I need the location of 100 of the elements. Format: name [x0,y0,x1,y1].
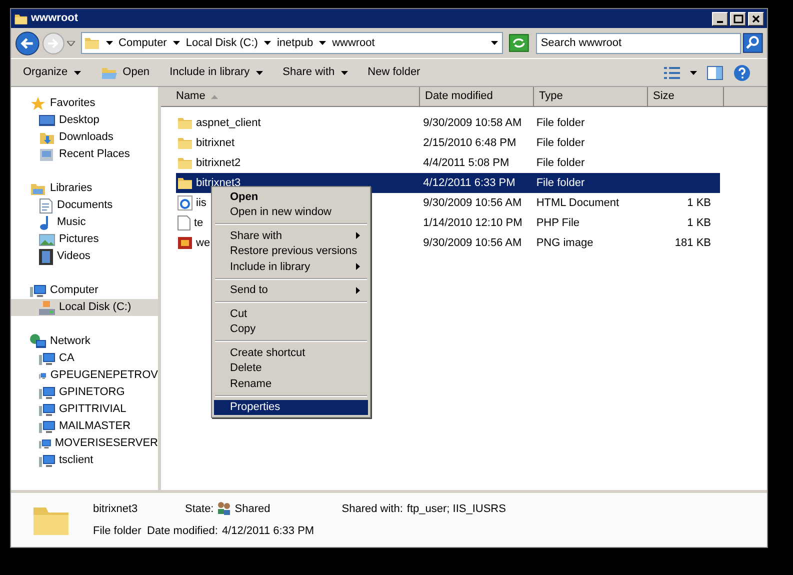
caret-icon [264,41,271,45]
menu-item[interactable]: Properties [214,400,368,415]
nav-item[interactable]: MAILMASTER [11,418,158,435]
column-header[interactable]: Type [534,87,648,106]
menu-item[interactable]: Open in new window [214,204,368,220]
nav-item[interactable]: Videos [11,248,158,265]
type-cell: File folder [536,156,585,169]
submenu-arrow-icon [356,232,360,240]
breadcrumb[interactable]: inetpub [276,34,314,52]
nav-item[interactable]: Downloads [11,129,158,146]
column-header[interactable]: Name [161,87,420,106]
folder-icon [177,135,193,151]
file-name: aspnet_client [196,116,261,131]
back-button[interactable] [15,30,40,56]
toolbar-button[interactable]: New folder [368,64,420,81]
toolbar-button[interactable]: Open [100,64,150,81]
maximize-button[interactable] [730,12,746,26]
nav-item[interactable]: GPINETORG [11,384,158,401]
history-caret-icon[interactable] [66,40,75,46]
menu-item[interactable]: Include in library [214,259,368,274]
folder-icon [100,66,117,80]
file-name: bitrixnet3 [196,176,241,191]
nav-item[interactable]: Desktop [11,112,158,129]
help-icon[interactable] [733,64,751,82]
computer-icon [39,454,55,468]
submenu-arrow-icon [356,263,360,270]
caret-icon [172,41,180,45]
search-button[interactable] [743,33,764,53]
caret-icon [256,70,263,74]
menu-item[interactable]: Send to [214,282,368,298]
users-icon [216,500,231,514]
recent-places-icon [39,146,55,162]
sort-arrow-icon [211,94,218,98]
film-icon [39,248,53,264]
folder-icon [84,35,100,51]
item-name: bitrixnet3 [93,502,139,516]
file-name: bitrixnet2 [196,156,241,171]
nav-item[interactable]: GPITTRIVIAL [11,401,158,418]
item-type: File folder [93,524,142,539]
nav-item[interactable]: MOVERISESERVER [11,435,158,452]
column-header[interactable]: Size [648,87,724,106]
breadcrumb[interactable]: Local Disk (C:) [186,34,258,52]
folder-icon [14,12,28,26]
size-cell: 1 KB [687,216,711,229]
computer-icon [39,352,55,366]
search-field[interactable]: Search wwwroot [536,32,742,54]
caret-icon [74,70,81,74]
submenu-arrow-icon [356,286,360,294]
menu-item[interactable]: Create shortcut [214,345,368,360]
detail-label: State: [185,502,214,516]
nav-item[interactable]: Local Disk (C:) [11,299,158,316]
column-header[interactable]: Date modified [420,87,534,106]
menu-item[interactable]: Delete [214,360,368,376]
menu-item[interactable]: Cut [214,306,368,322]
picture-icon [39,232,55,246]
caret-icon [491,41,498,45]
nav-group-header[interactable]: Network [11,333,158,350]
computer-icon [30,284,46,298]
file-row[interactable]: bitrixnet3 4/12/2011 6:33 PM File folder [176,173,720,193]
menu-item[interactable]: Share with [214,228,368,244]
document-icon [39,198,53,214]
size-cell: 1 KB [687,196,711,209]
nav-item[interactable]: Music [11,214,158,231]
nav-item[interactable]: CA [11,350,158,367]
address-bar[interactable]: Computer Local Disk (C:) inetpub wwwroot [80,32,504,54]
preview-pane-icon[interactable] [707,66,723,80]
nav-group-header[interactable]: Libraries [11,180,158,197]
type-cell: File folder [536,136,585,149]
detail-value: Shared [234,502,272,516]
type-cell: PNG image [536,236,594,249]
folder-icon [177,155,193,171]
minimize-button[interactable] [712,12,728,26]
folder-icon [177,175,193,191]
menu-item[interactable]: Copy [214,322,368,337]
detail-value: ftp_user; IIS_IUSRS [406,502,506,516]
menu-item[interactable]: Rename [214,376,368,392]
nav-group-header[interactable]: Favorites [11,95,158,112]
detail-label: Shared with: [342,502,403,516]
computer-icon [39,420,55,434]
nav-item[interactable]: tsclient [11,452,158,469]
menu-item[interactable]: Restore previous versions [214,244,368,259]
view-list-icon[interactable] [664,66,680,78]
nav-item[interactable]: Recent Places [11,146,158,163]
caret-icon [690,70,697,74]
date-cell: 2/15/2010 6:48 PM [423,136,516,149]
breadcrumb[interactable]: wwwroot [332,34,375,52]
nav-group-header[interactable]: Computer [11,282,158,299]
toolbar-button[interactable]: Organize [23,64,81,81]
folder-icon [177,115,193,131]
toolbar-button[interactable]: Include in library [170,64,263,81]
toolbar-button[interactable]: Share with [282,64,348,81]
nav-item[interactable]: GPEUGENEPETROV [11,367,158,384]
nav-item[interactable]: Documents [11,197,158,214]
image-file-icon [177,235,193,251]
refresh-button[interactable] [509,34,529,52]
date-cell: 1/14/2010 12:10 PM [423,216,522,229]
close-button[interactable] [748,12,764,26]
breadcrumb[interactable]: Computer [118,34,167,52]
nav-item[interactable]: Pictures [11,231,158,248]
computer-icon [39,402,55,416]
